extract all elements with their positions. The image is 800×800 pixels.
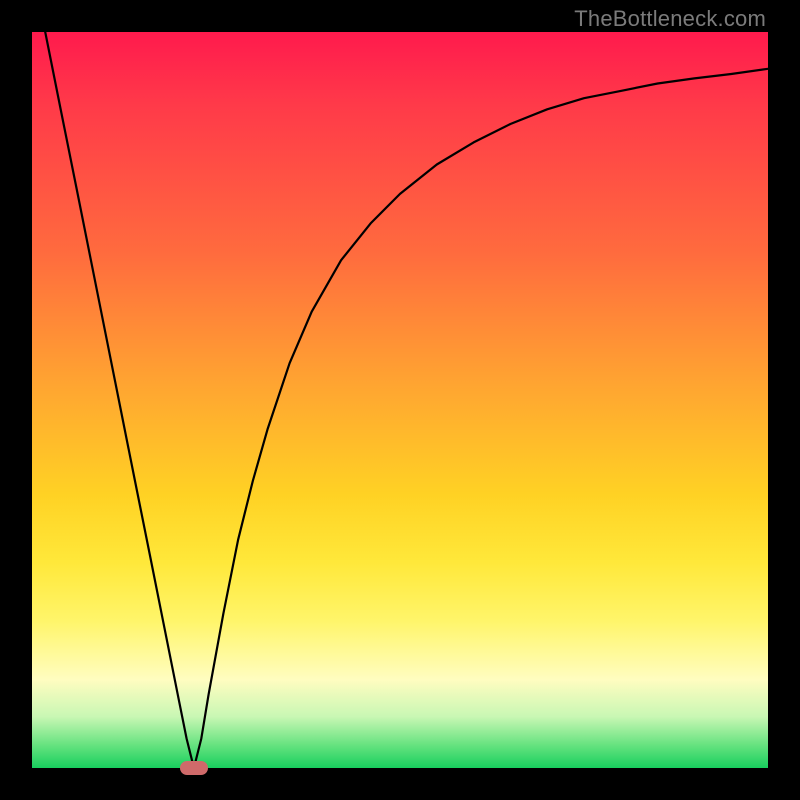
- chart-frame: TheBottleneck.com: [0, 0, 800, 800]
- plot-area: [32, 32, 768, 768]
- watermark-text: TheBottleneck.com: [574, 6, 766, 32]
- curve-svg: [32, 32, 768, 768]
- bottleneck-curve: [32, 32, 768, 768]
- minimum-marker: [180, 761, 208, 775]
